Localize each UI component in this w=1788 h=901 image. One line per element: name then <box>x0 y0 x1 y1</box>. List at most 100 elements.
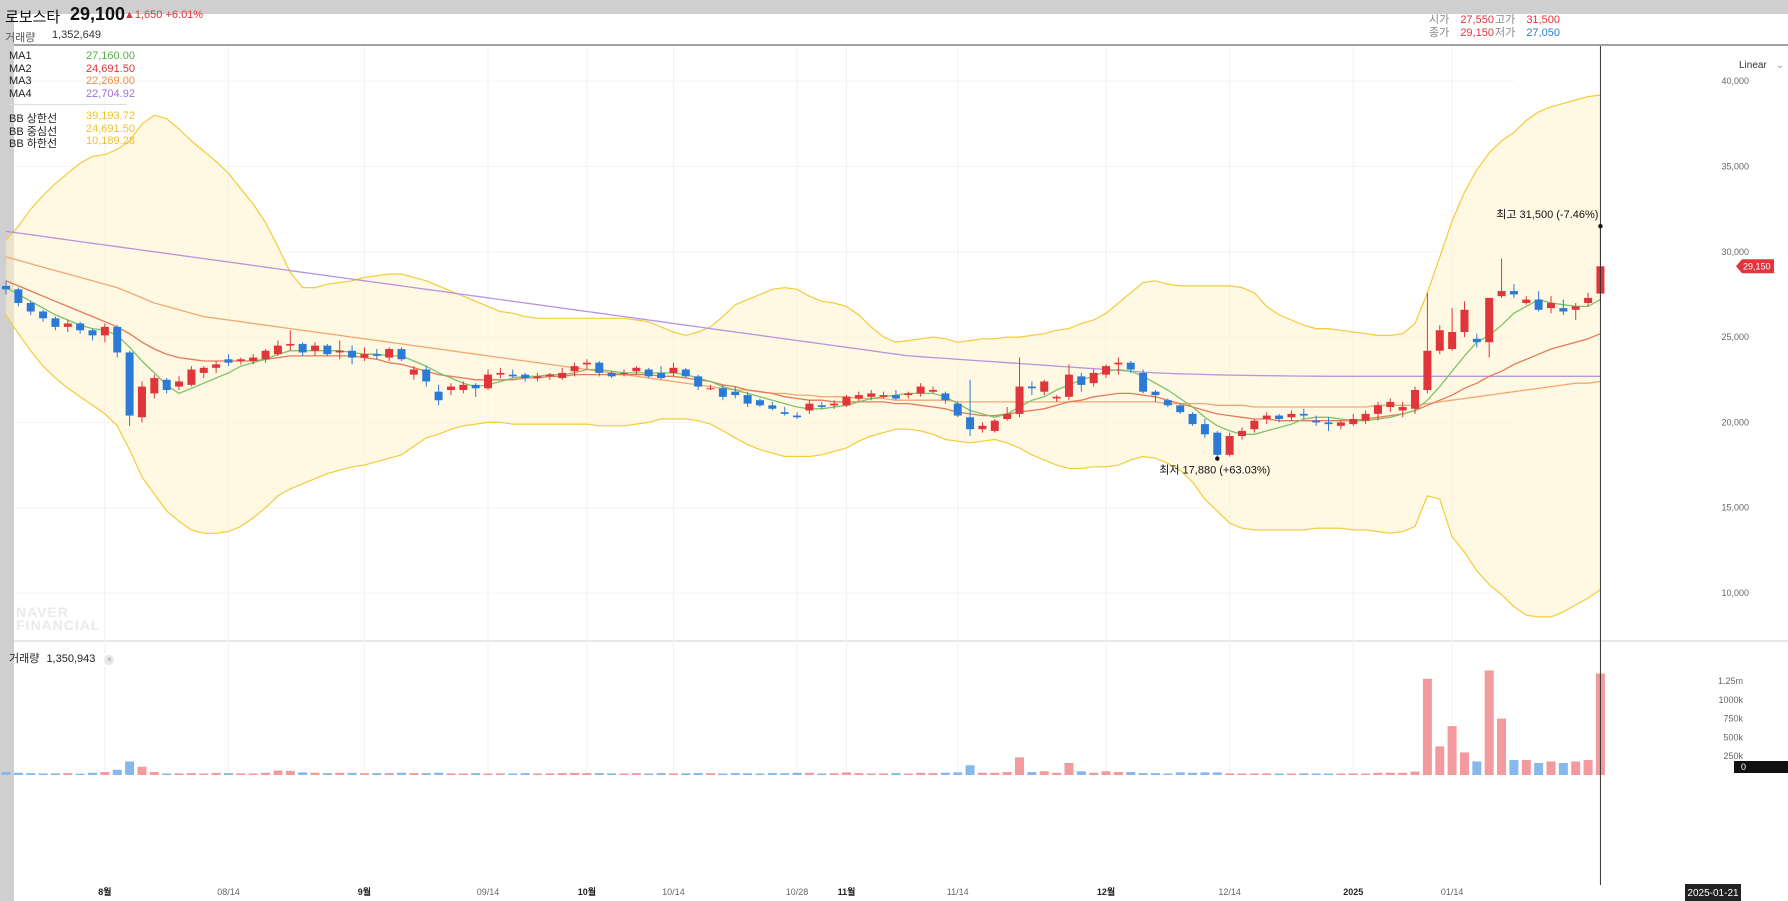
candle-body <box>372 354 381 356</box>
volume-bar <box>1113 771 1123 775</box>
candle-body <box>496 372 505 375</box>
volume-bar <box>1534 762 1544 775</box>
volume-bar <box>397 772 407 775</box>
candle-body <box>100 326 109 336</box>
candle-body <box>1114 362 1123 365</box>
candle-body <box>681 369 690 377</box>
candle-body <box>1176 405 1185 413</box>
volume-bar <box>903 773 913 775</box>
volume-axis-tick-label: 1.25m <box>1718 676 1743 686</box>
volume-bar <box>755 773 765 775</box>
volume-bar <box>261 772 271 775</box>
candle-body <box>929 389 937 392</box>
candle-body <box>459 384 468 390</box>
volume-bar <box>767 773 777 775</box>
legend-label: BB 하한선 <box>9 138 58 150</box>
volume-bar <box>211 772 221 775</box>
candle-body <box>26 302 35 312</box>
candle-body <box>446 386 455 390</box>
candle-body <box>1448 331 1457 350</box>
candle-body <box>1077 376 1086 385</box>
x-axis-tick-label: 01/14 <box>1441 887 1464 897</box>
volume-bar <box>977 772 987 775</box>
volume-axis-tick-label: 1000k <box>1718 695 1743 705</box>
volume-bar <box>532 773 542 775</box>
candle-body <box>1003 413 1012 419</box>
volume-bar <box>125 761 135 775</box>
low-point-marker <box>1215 456 1220 461</box>
candle-body <box>1497 291 1506 297</box>
legend-row: MA3 22,269.00 <box>9 75 135 87</box>
candle-body <box>113 326 122 353</box>
low-annotation: 최저 17,880 (+63.03%) <box>1159 464 1270 477</box>
volume-bar <box>928 773 938 775</box>
legend-label: MA3 <box>9 75 32 87</box>
candle-body <box>1299 413 1308 416</box>
candle-body <box>1559 308 1568 312</box>
candle-body <box>718 388 727 397</box>
volume-bar <box>174 773 184 775</box>
volume-bar <box>186 773 196 775</box>
candle-body <box>385 349 394 358</box>
volume-bar <box>137 766 147 775</box>
volume-bar <box>916 772 926 775</box>
volume-bar <box>372 773 382 775</box>
volume-bar <box>891 773 901 775</box>
volume-bar <box>1188 772 1198 775</box>
legend-value: 24,691.50 <box>86 123 135 135</box>
candle-body <box>1386 401 1395 408</box>
candle-body <box>793 415 802 418</box>
candle-body <box>311 345 319 351</box>
volume-bar <box>1459 752 1469 775</box>
volume-bar <box>1101 771 1111 775</box>
volume-bar <box>780 773 790 775</box>
volume-bar <box>1361 773 1371 775</box>
candle-body <box>1509 291 1518 295</box>
volume-bar <box>817 773 827 775</box>
volume-bar <box>1225 773 1235 775</box>
volume-bar <box>1571 761 1581 775</box>
candle-body <box>1225 436 1234 455</box>
candle-body <box>150 378 159 394</box>
volume-bar <box>359 773 369 775</box>
candle-body <box>484 374 493 389</box>
candle-body <box>1040 381 1049 392</box>
volume-axis-tick-label: 250k <box>1723 751 1743 761</box>
candle-body <box>854 395 863 399</box>
candle-body <box>1534 299 1543 310</box>
x-axis-tick-label: 11월 <box>838 886 856 897</box>
volume-bar <box>1052 772 1062 775</box>
volume-bar <box>1558 762 1568 775</box>
legend-value: 27,160.00 <box>86 50 135 62</box>
last-price-tag: 29,150 <box>1743 261 1771 271</box>
volume-bar <box>681 773 691 775</box>
candle-body <box>409 369 418 375</box>
candle-body <box>731 391 740 396</box>
candle-body <box>1052 396 1061 399</box>
candle-body <box>1275 415 1284 419</box>
legend-label: MA4 <box>9 88 32 100</box>
volume-bar <box>26 773 36 775</box>
candle-body <box>508 374 517 377</box>
candle-body <box>1584 297 1593 303</box>
volume-bar <box>743 773 753 775</box>
volume-bar <box>619 773 629 775</box>
volume-bar <box>1311 773 1321 775</box>
volume-bar <box>149 771 159 775</box>
x-axis-tick-label: 10월 <box>578 886 596 897</box>
x-axis-tick-label: 10/28 <box>786 887 809 897</box>
legend-row: MA4 22,704.92 <box>9 88 135 100</box>
close-icon[interactable]: × <box>104 655 115 665</box>
candle-body <box>669 367 678 373</box>
volume-bar <box>100 771 110 775</box>
volume-bar <box>1175 772 1185 775</box>
volume-bar <box>730 773 740 775</box>
candle-body <box>1411 389 1420 409</box>
volume-bar <box>335 772 345 775</box>
price-chart[interactable]: 40,000 35,000 30,000 25,000 20,000 15,000 10,0… <box>0 0 1788 901</box>
volume-bar <box>1002 771 1012 775</box>
candle-body <box>1262 415 1271 419</box>
candle-body <box>570 366 579 372</box>
candle-body <box>175 381 184 387</box>
volume-bar <box>347 772 357 775</box>
